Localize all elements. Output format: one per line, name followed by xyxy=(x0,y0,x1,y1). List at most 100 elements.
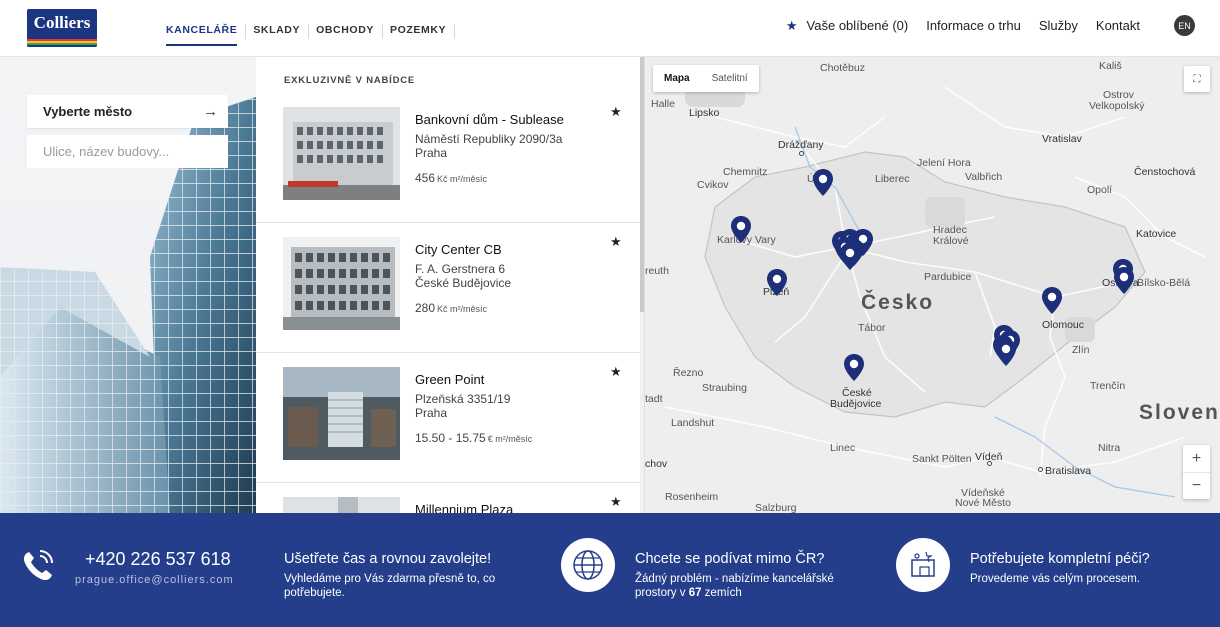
listing-card[interactable]: Bankovní dům - Sublease Náměstí Republik… xyxy=(256,93,641,223)
map-label: Tábor xyxy=(858,322,886,334)
map-label: Drážďany xyxy=(778,139,824,151)
map-label: Velkopolský xyxy=(1089,100,1145,112)
city-dot xyxy=(987,461,992,466)
street-search-input[interactable] xyxy=(27,135,228,168)
favorite-star-icon[interactable]: ★ xyxy=(610,104,622,120)
phone-icon xyxy=(23,550,53,581)
map-label: Chotěbuz xyxy=(820,62,865,74)
tab-sklady[interactable]: SKLADY xyxy=(253,24,310,46)
property-name[interactable]: Millennium Plaza xyxy=(415,502,513,513)
listing-card[interactable]: Green Point Plzeňská 3351/19 Praha 15.50… xyxy=(256,353,641,483)
city-dot xyxy=(799,151,804,156)
header-links: ★ Vaše oblíbené (0) Informace o trhu Slu… xyxy=(768,15,1195,36)
map-label: Zlín xyxy=(1072,344,1090,356)
map-label: Kališ xyxy=(1099,60,1122,72)
office-care-icon xyxy=(896,538,950,592)
tab-label: SKLADY xyxy=(253,24,301,36)
map-label: Ústí xyxy=(807,173,826,185)
tab-label: POZEMKY xyxy=(389,24,447,36)
tab-label: OBCHODY xyxy=(316,24,374,36)
favorites-label: Vaše oblíbené (0) xyxy=(806,18,909,33)
city-dot xyxy=(1038,467,1043,472)
map-label: Liberec xyxy=(875,173,910,185)
tab-obchody[interactable]: OBCHODY xyxy=(316,24,383,46)
property-price: 456 Kč m²/měsíc xyxy=(415,171,487,185)
map-label: Karlovy Vary xyxy=(717,234,776,246)
property-photo xyxy=(283,497,400,513)
property-name[interactable]: City Center CB xyxy=(415,242,502,257)
price-unit: € m²/měsíc xyxy=(487,434,533,444)
property-address: F. A. Gerstnera 6 xyxy=(415,262,506,276)
property-photo xyxy=(283,367,400,460)
listing-card[interactable]: Millennium Plaza ★ xyxy=(256,483,641,513)
listing-card[interactable]: City Center CB F. A. Gerstnera 6 České B… xyxy=(256,223,641,353)
call-text: Vyhledáme pro Vás zdarma přesně to, co p… xyxy=(284,573,496,599)
zoom-out-button[interactable]: − xyxy=(1183,472,1210,499)
map-label: Plzeň xyxy=(763,286,790,298)
price-unit: Kč m²/měsíc xyxy=(437,174,488,184)
email-link[interactable]: prague.office@colliers.com xyxy=(75,574,234,586)
map-type-satellite-button[interactable]: Satelitní xyxy=(701,65,759,92)
contact-link[interactable]: Kontakt xyxy=(1096,18,1140,33)
colliers-logo[interactable]: Colliers xyxy=(27,9,97,47)
favorite-star-icon[interactable]: ★ xyxy=(610,234,622,250)
map-type-toggle: Mapa Satelitní xyxy=(653,65,759,92)
care-text: Provedeme vás celým procesem. xyxy=(970,573,1141,585)
map-label: Čenstochová xyxy=(1134,166,1196,178)
map-label: Řezno xyxy=(673,367,704,379)
map-label: Jelení Hora xyxy=(917,157,971,169)
map-label: Nitra xyxy=(1098,442,1121,454)
map-label: Katovice xyxy=(1136,228,1177,240)
exclusive-listing: EXKLUZIVNĚ V NABÍDCE Bankovní dům - Subl… xyxy=(256,57,645,513)
property-type-tabs: KANCELÁŘE SKLADY OBCHODY POZEMKY xyxy=(166,24,462,46)
map-type-map-button[interactable]: Mapa xyxy=(653,65,701,92)
listing-scrollbar[interactable] xyxy=(640,57,644,513)
property-name[interactable]: Bankovní dům - Sublease xyxy=(415,112,564,127)
map-country-label: Česko xyxy=(861,291,935,314)
globe-icon xyxy=(561,538,615,592)
map-label: Králové xyxy=(933,235,969,247)
price-value: 15.50 - 15.75 xyxy=(415,431,486,445)
city-select-label: Vyberte město xyxy=(43,104,133,119)
zoom-in-button[interactable]: + xyxy=(1183,445,1210,472)
map-label: Sankt Pölten xyxy=(912,453,972,465)
map-label: chov xyxy=(645,458,668,470)
tab-pozemky[interactable]: POZEMKY xyxy=(389,24,456,46)
map-label: Straubing xyxy=(702,382,747,394)
call-title: Ušetřete čas a rovnou zavolejte! xyxy=(284,551,492,567)
property-name[interactable]: Green Point xyxy=(415,372,484,387)
language-switch[interactable]: EN xyxy=(1174,15,1195,36)
favorites-link[interactable]: ★ Vaše oblíbené (0) xyxy=(786,18,908,34)
map-label: Bílsko-Bělá xyxy=(1137,277,1191,289)
property-price: 15.50 - 15.75 € m²/měsíc xyxy=(415,431,532,445)
map-label: Olomouc xyxy=(1042,319,1085,331)
map-label: Bratislava xyxy=(1045,465,1092,477)
map-label: Vratislav xyxy=(1042,133,1082,145)
map-label: Landshut xyxy=(671,417,715,429)
price-value: 280 xyxy=(415,301,436,315)
map-country-label: Sloven xyxy=(1139,401,1220,424)
care-title: Potřebujete kompletní péči? xyxy=(970,551,1150,567)
phone-number[interactable]: +420 226 537 618 xyxy=(85,549,231,570)
price-unit: Kč m²/měsíc xyxy=(437,304,488,314)
tab-kancelare[interactable]: KANCELÁŘE xyxy=(166,24,247,46)
fullscreen-icon[interactable]: ⛶ xyxy=(1184,66,1210,92)
favorite-star-icon[interactable]: ★ xyxy=(610,494,622,510)
map-label: Halle xyxy=(651,98,675,110)
map-label: Budějovice xyxy=(830,398,882,410)
hero-panel: Vyberte město → xyxy=(0,57,256,513)
city-select[interactable]: Vyberte město → xyxy=(27,95,228,128)
map-label: Rosenheim xyxy=(665,491,719,503)
market-info-link[interactable]: Informace o trhu xyxy=(926,18,1021,33)
listing-heading: EXKLUZIVNĚ V NABÍDCE xyxy=(284,75,416,86)
abroad-text: Žádný problém - nabízíme kancelářské pro… xyxy=(635,572,865,600)
site-header: Colliers KANCELÁŘE SKLADY OBCHODY POZEMK… xyxy=(0,0,1220,57)
services-link[interactable]: Služby xyxy=(1039,18,1078,33)
property-price: 280 Kč m²/měsíc xyxy=(415,301,487,315)
logo-stripes xyxy=(27,37,97,47)
map[interactable]: Chotěbuz Kališ Halle Lipsko Ostrov Velko… xyxy=(645,57,1220,513)
zoom-controls: + − xyxy=(1183,445,1210,499)
map-label: tadt xyxy=(645,393,663,405)
contact-footer: +420 226 537 618 prague.office@colliers.… xyxy=(0,513,1220,627)
favorite-star-icon[interactable]: ★ xyxy=(610,364,622,380)
